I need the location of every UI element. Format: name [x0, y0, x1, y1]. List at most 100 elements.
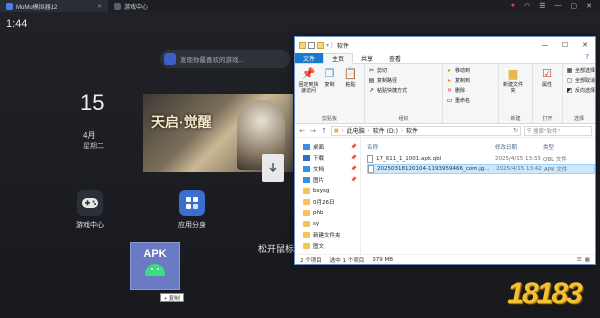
- menu-icon[interactable]: ☰: [539, 2, 545, 10]
- tab-view[interactable]: 查看: [381, 53, 409, 63]
- column-date[interactable]: 修改日期: [495, 143, 543, 151]
- up-arrow-icon[interactable]: ↑: [320, 127, 328, 135]
- notification-dot-icon[interactable]: ●: [511, 2, 515, 10]
- file-row[interactable]: 17_611_1_1001.apk.qbl 2025/4/15 13:33 QBL …: [367, 154, 595, 164]
- forward-arrow-icon[interactable]: →: [309, 127, 317, 135]
- nav-item[interactable]: sy: [295, 218, 360, 229]
- nav-item[interactable]: 图片 📌: [295, 174, 360, 185]
- emulator-tab-game-center[interactable]: 游戏中心: [108, 0, 154, 12]
- close-tab-icon[interactable]: ✕: [97, 3, 102, 10]
- select-none-button[interactable]: ▢ 全部取消: [566, 77, 595, 84]
- minimize-button[interactable]: —: [535, 41, 555, 49]
- move-to-button[interactable]: ▸ 移动到: [446, 67, 470, 74]
- refresh-icon[interactable]: ↻: [513, 127, 518, 134]
- select-none-icon: ▢: [566, 77, 573, 84]
- app-game-center[interactable]: 游戏中心: [76, 190, 104, 230]
- copy-to-button[interactable]: ▸ 复制到: [446, 77, 470, 84]
- invert-selection-button[interactable]: ◩ 反向选择: [566, 87, 595, 94]
- breadcrumb-item[interactable]: 软件 (D:): [373, 126, 398, 135]
- folder-icon: [303, 198, 310, 205]
- chevron-right-icon: ›: [400, 127, 403, 134]
- breadcrumb-item[interactable]: 软件: [406, 126, 418, 135]
- search-app-icon: [164, 53, 176, 65]
- group-name: 选择: [573, 116, 584, 122]
- group-name: 新建: [510, 116, 521, 122]
- select-all-label: 全部选择: [575, 68, 596, 74]
- properties-icon: ☑: [542, 66, 552, 80]
- copy-path-button[interactable]: ▤ 复制路径: [368, 77, 407, 84]
- tab-share[interactable]: 共享: [353, 53, 381, 63]
- explorer-body: 桌面 📌 下载 📌 文档 📌 图片 📌 bxysg 0月26日 phb sy 新建文件夹 图文 名称 修改…: [295, 138, 595, 254]
- emulator-tab-main[interactable]: MuMu模拟器12 ✕: [0, 0, 108, 12]
- nav-item[interactable]: 图文: [295, 240, 360, 251]
- close-button[interactable]: ✕: [575, 41, 595, 49]
- new-folder-quick-icon[interactable]: [317, 41, 324, 49]
- app-split-icon: [179, 190, 205, 216]
- nav-item[interactable]: phb: [295, 207, 360, 218]
- dragged-apk-file[interactable]: APK: [130, 242, 180, 290]
- nav-item-label: 文档: [313, 166, 325, 173]
- app-search-bar[interactable]: 发现你最喜欢的游戏...: [160, 50, 290, 68]
- properties-quick-icon[interactable]: [308, 41, 315, 49]
- tab-home[interactable]: 主页: [323, 53, 354, 64]
- maximize-icon[interactable]: ▢: [571, 2, 578, 10]
- library-folder-icon: [303, 176, 310, 183]
- move-to-label: 移动到: [455, 68, 471, 74]
- app-split-app[interactable]: 应用分身: [178, 190, 206, 230]
- file-name: 20250318120104-1193959466_com.jg...: [377, 166, 490, 172]
- file-row[interactable]: 20250318120104-1193959466_com.jg... 2025/…: [367, 164, 595, 174]
- details-view-icon[interactable]: ☰: [577, 257, 582, 263]
- back-arrow-icon[interactable]: ←: [298, 127, 306, 135]
- nav-item-label: sy: [313, 220, 320, 227]
- close-icon[interactable]: ✕: [586, 2, 592, 10]
- minimize-icon[interactable]: —: [555, 2, 562, 10]
- column-name[interactable]: 名称: [367, 143, 495, 151]
- group-name: 剪贴板: [321, 116, 337, 122]
- cut-button[interactable]: ✂ 剪切: [368, 67, 407, 74]
- new-group: ▆ 新建文件夹 新建: [499, 64, 533, 123]
- select-all-icon: ▦: [566, 67, 573, 74]
- nav-item[interactable]: 下载 📌: [295, 152, 360, 163]
- nav-item[interactable]: bxysg: [295, 185, 360, 196]
- tab-file[interactable]: 文件: [295, 53, 324, 63]
- explorer-titlebar: ▾ | 软件 — ☐ ✕: [295, 37, 595, 53]
- delete-button[interactable]: ✕ 删除: [446, 87, 470, 94]
- cut-label: 剪切: [377, 68, 388, 74]
- library-folder-icon: [303, 165, 310, 172]
- column-type[interactable]: 类型: [543, 143, 583, 151]
- address-bar[interactable]: ■ › 此电脑 › 软件 (D:) › 软件 ↻: [331, 125, 521, 136]
- drop-target-app[interactable]: 松开鼠标: [258, 154, 294, 254]
- dropdown-arrow-icon[interactable]: ▾ |: [326, 42, 333, 49]
- file-name-cell: 17_611_1_1001.apk.qbl: [367, 155, 495, 163]
- select-all-button[interactable]: ▦ 全部选择: [566, 67, 595, 74]
- chevron-right-icon: ›: [341, 127, 344, 134]
- nav-item-label: 新建文件夹: [313, 232, 341, 239]
- nav-item[interactable]: 桌面 📌: [295, 141, 360, 152]
- app-label: 游戏中心: [76, 222, 104, 229]
- file-explorer-window: ▾ | 软件 — ☐ ✕ 文件 主页 共享 查看 ? 📌 固定到快速访问 ❐ 复…: [294, 36, 596, 265]
- banner-title: 天启·觉醒: [151, 114, 212, 130]
- paste-shortcut-button[interactable]: ↗ 粘贴快捷方式: [368, 87, 407, 94]
- folder-icon: [303, 209, 310, 216]
- breadcrumb-item[interactable]: 此电脑: [347, 126, 365, 135]
- file-type: QBL 文件: [543, 157, 567, 163]
- nav-item[interactable]: 文档 📌: [295, 163, 360, 174]
- file-name-cell: 20250318120104-1193959466_com.jg...: [368, 165, 496, 173]
- maximize-button[interactable]: ☐: [555, 41, 575, 49]
- tiles-view-icon[interactable]: ▦: [585, 257, 590, 263]
- nav-item[interactable]: 新建文件夹: [295, 229, 360, 240]
- folder-icon: [303, 220, 310, 227]
- folder-icon: [299, 41, 306, 49]
- pin-icon: 📌: [350, 143, 357, 150]
- nav-item[interactable]: 0月26日: [295, 196, 360, 207]
- app-label: 应用分身: [178, 222, 206, 229]
- help-icon[interactable]: ?: [585, 53, 595, 63]
- copy-to-label: 复制到: [455, 78, 471, 84]
- ribbon: 📌 固定到快速访问 ❐ 复制 📋 粘贴 剪贴板 ✂ 剪切 ▤ 复制路径 ↗ 粘贴快捷方…: [295, 64, 595, 124]
- invert-label: 反向选择: [575, 88, 596, 94]
- search-pill-text: 发现你最喜欢的游戏...: [180, 57, 244, 64]
- search-input[interactable]: ⚲ 搜索"软件": [524, 125, 592, 136]
- rename-button[interactable]: ▭ 重命名: [446, 97, 470, 104]
- nav-item-label: 0月26日: [313, 199, 335, 206]
- file-date: 2025/4/15 13:33: [495, 156, 541, 162]
